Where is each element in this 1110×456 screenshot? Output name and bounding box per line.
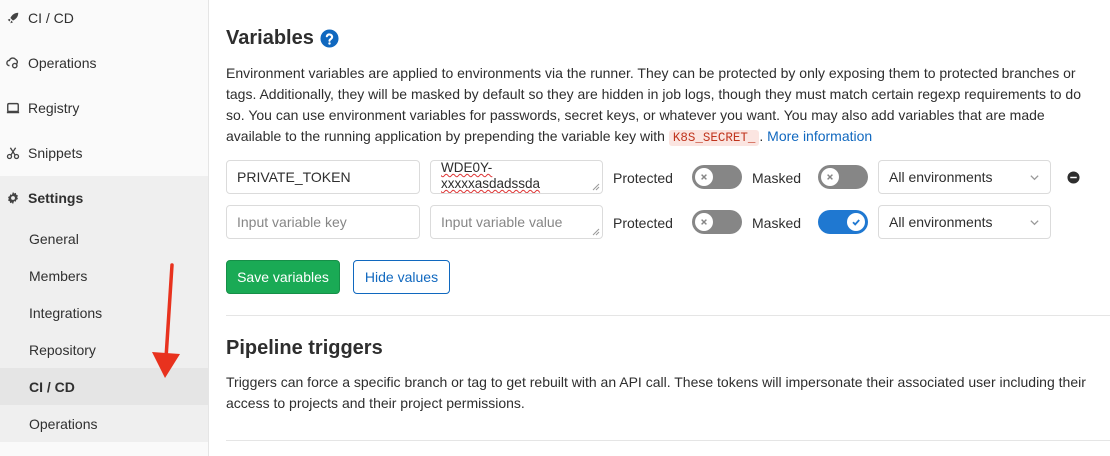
protected-toggle[interactable]: [692, 210, 742, 234]
sidebar-item-snippets[interactable]: Snippets: [0, 131, 208, 175]
variables-title-text: Variables: [226, 27, 314, 49]
masked-label: Masked: [752, 170, 802, 186]
toggle-x-icon: [821, 168, 839, 186]
environment-select[interactable]: All environments: [878, 160, 1051, 194]
gear-icon: [5, 190, 21, 206]
hide-values-button[interactable]: Hide values: [353, 260, 450, 294]
sub-item-label: Members: [29, 267, 88, 284]
pipeline-triggers-title-text: Pipeline triggers: [226, 337, 383, 359]
settings-sub-repository[interactable]: Repository: [0, 331, 208, 368]
settings-sub-operations[interactable]: Operations: [0, 405, 208, 442]
variables-title: Variables: [226, 27, 339, 50]
environment-select-value: All environments: [889, 214, 993, 230]
sidebar-item-label: Snippets: [28, 145, 83, 161]
new-variable-key-input[interactable]: Input variable key: [226, 205, 420, 239]
question-circle-icon[interactable]: [320, 29, 339, 48]
value-placeholder: Input variable value: [441, 213, 563, 230]
settings-sub-members[interactable]: Members: [0, 257, 208, 294]
sidebar-item-label: Settings: [28, 190, 84, 206]
more-information-link[interactable]: More information: [767, 128, 872, 144]
pipeline-triggers-title: Pipeline triggers: [226, 337, 383, 360]
chevron-down-icon: [1030, 174, 1039, 180]
pipeline-triggers-description: Triggers can force a specific branch or …: [226, 374, 1086, 411]
sub-item-label: Operations: [29, 415, 98, 432]
variable-key-input[interactable]: PRIVATE_TOKEN: [226, 160, 420, 194]
k8s-secret-code: K8S_SECRET_: [668, 130, 760, 146]
scissors-icon: [5, 145, 21, 161]
chevron-down-icon: [1030, 219, 1039, 225]
rocket-icon: [5, 10, 21, 26]
description-text: Environment variables are applied to env…: [226, 65, 1082, 144]
environment-select-value: All environments: [889, 169, 993, 185]
section-divider: [226, 440, 1110, 441]
sidebar-item-label: Operations: [28, 55, 97, 71]
sidebar-item-label: Registry: [28, 100, 80, 116]
sub-item-label: Repository: [29, 341, 96, 358]
section-divider: [226, 315, 1110, 316]
remove-variable-icon[interactable]: [1067, 171, 1080, 184]
sub-item-label: General: [29, 230, 79, 247]
value-line-2: xxxxxasdadssda: [441, 176, 541, 191]
container-icon: [5, 100, 21, 116]
settings-sub-general[interactable]: General: [0, 220, 208, 257]
sidebar-item-operations[interactable]: Operations: [0, 41, 208, 85]
masked-label: Masked: [752, 215, 802, 231]
sidebar-item-ci-cd[interactable]: CI / CD: [0, 0, 208, 40]
sub-item-label: CI / CD: [29, 378, 75, 395]
new-variable-value-textarea[interactable]: Input variable value: [430, 205, 603, 239]
protected-label: Protected: [613, 215, 673, 231]
sidebar-item-label: CI / CD: [28, 10, 74, 26]
masked-toggle[interactable]: [818, 210, 868, 234]
resize-grip-icon[interactable]: [592, 228, 600, 236]
protected-label: Protected: [613, 170, 673, 186]
settings-sub-integrations[interactable]: Integrations: [0, 294, 208, 331]
sidebar-item-registry[interactable]: Registry: [0, 86, 208, 130]
save-variables-button[interactable]: Save variables: [226, 260, 340, 294]
masked-toggle[interactable]: [818, 165, 868, 189]
toggle-x-icon: [695, 168, 713, 186]
toggle-x-icon: [695, 213, 713, 231]
sidebar-item-settings[interactable]: Settings: [0, 176, 208, 220]
value-line-1: WDE0Y-: [441, 160, 493, 175]
toggle-check-icon: [847, 213, 865, 231]
variables-description: Environment variables are applied to env…: [226, 63, 1096, 149]
protected-toggle[interactable]: [692, 165, 742, 189]
sidebar: CI / CD Operations Registry Snippets Set…: [0, 0, 209, 456]
sub-item-label: Integrations: [29, 304, 103, 321]
environment-select[interactable]: All environments: [878, 205, 1051, 239]
cloud-gear-icon: [5, 55, 21, 71]
description-suffix: .: [759, 128, 768, 144]
settings-sub-ci-cd[interactable]: CI / CD: [0, 368, 208, 405]
resize-grip-icon[interactable]: [592, 183, 600, 191]
variable-value-textarea[interactable]: WDE0Y- xxxxxasdadssda: [430, 160, 603, 194]
